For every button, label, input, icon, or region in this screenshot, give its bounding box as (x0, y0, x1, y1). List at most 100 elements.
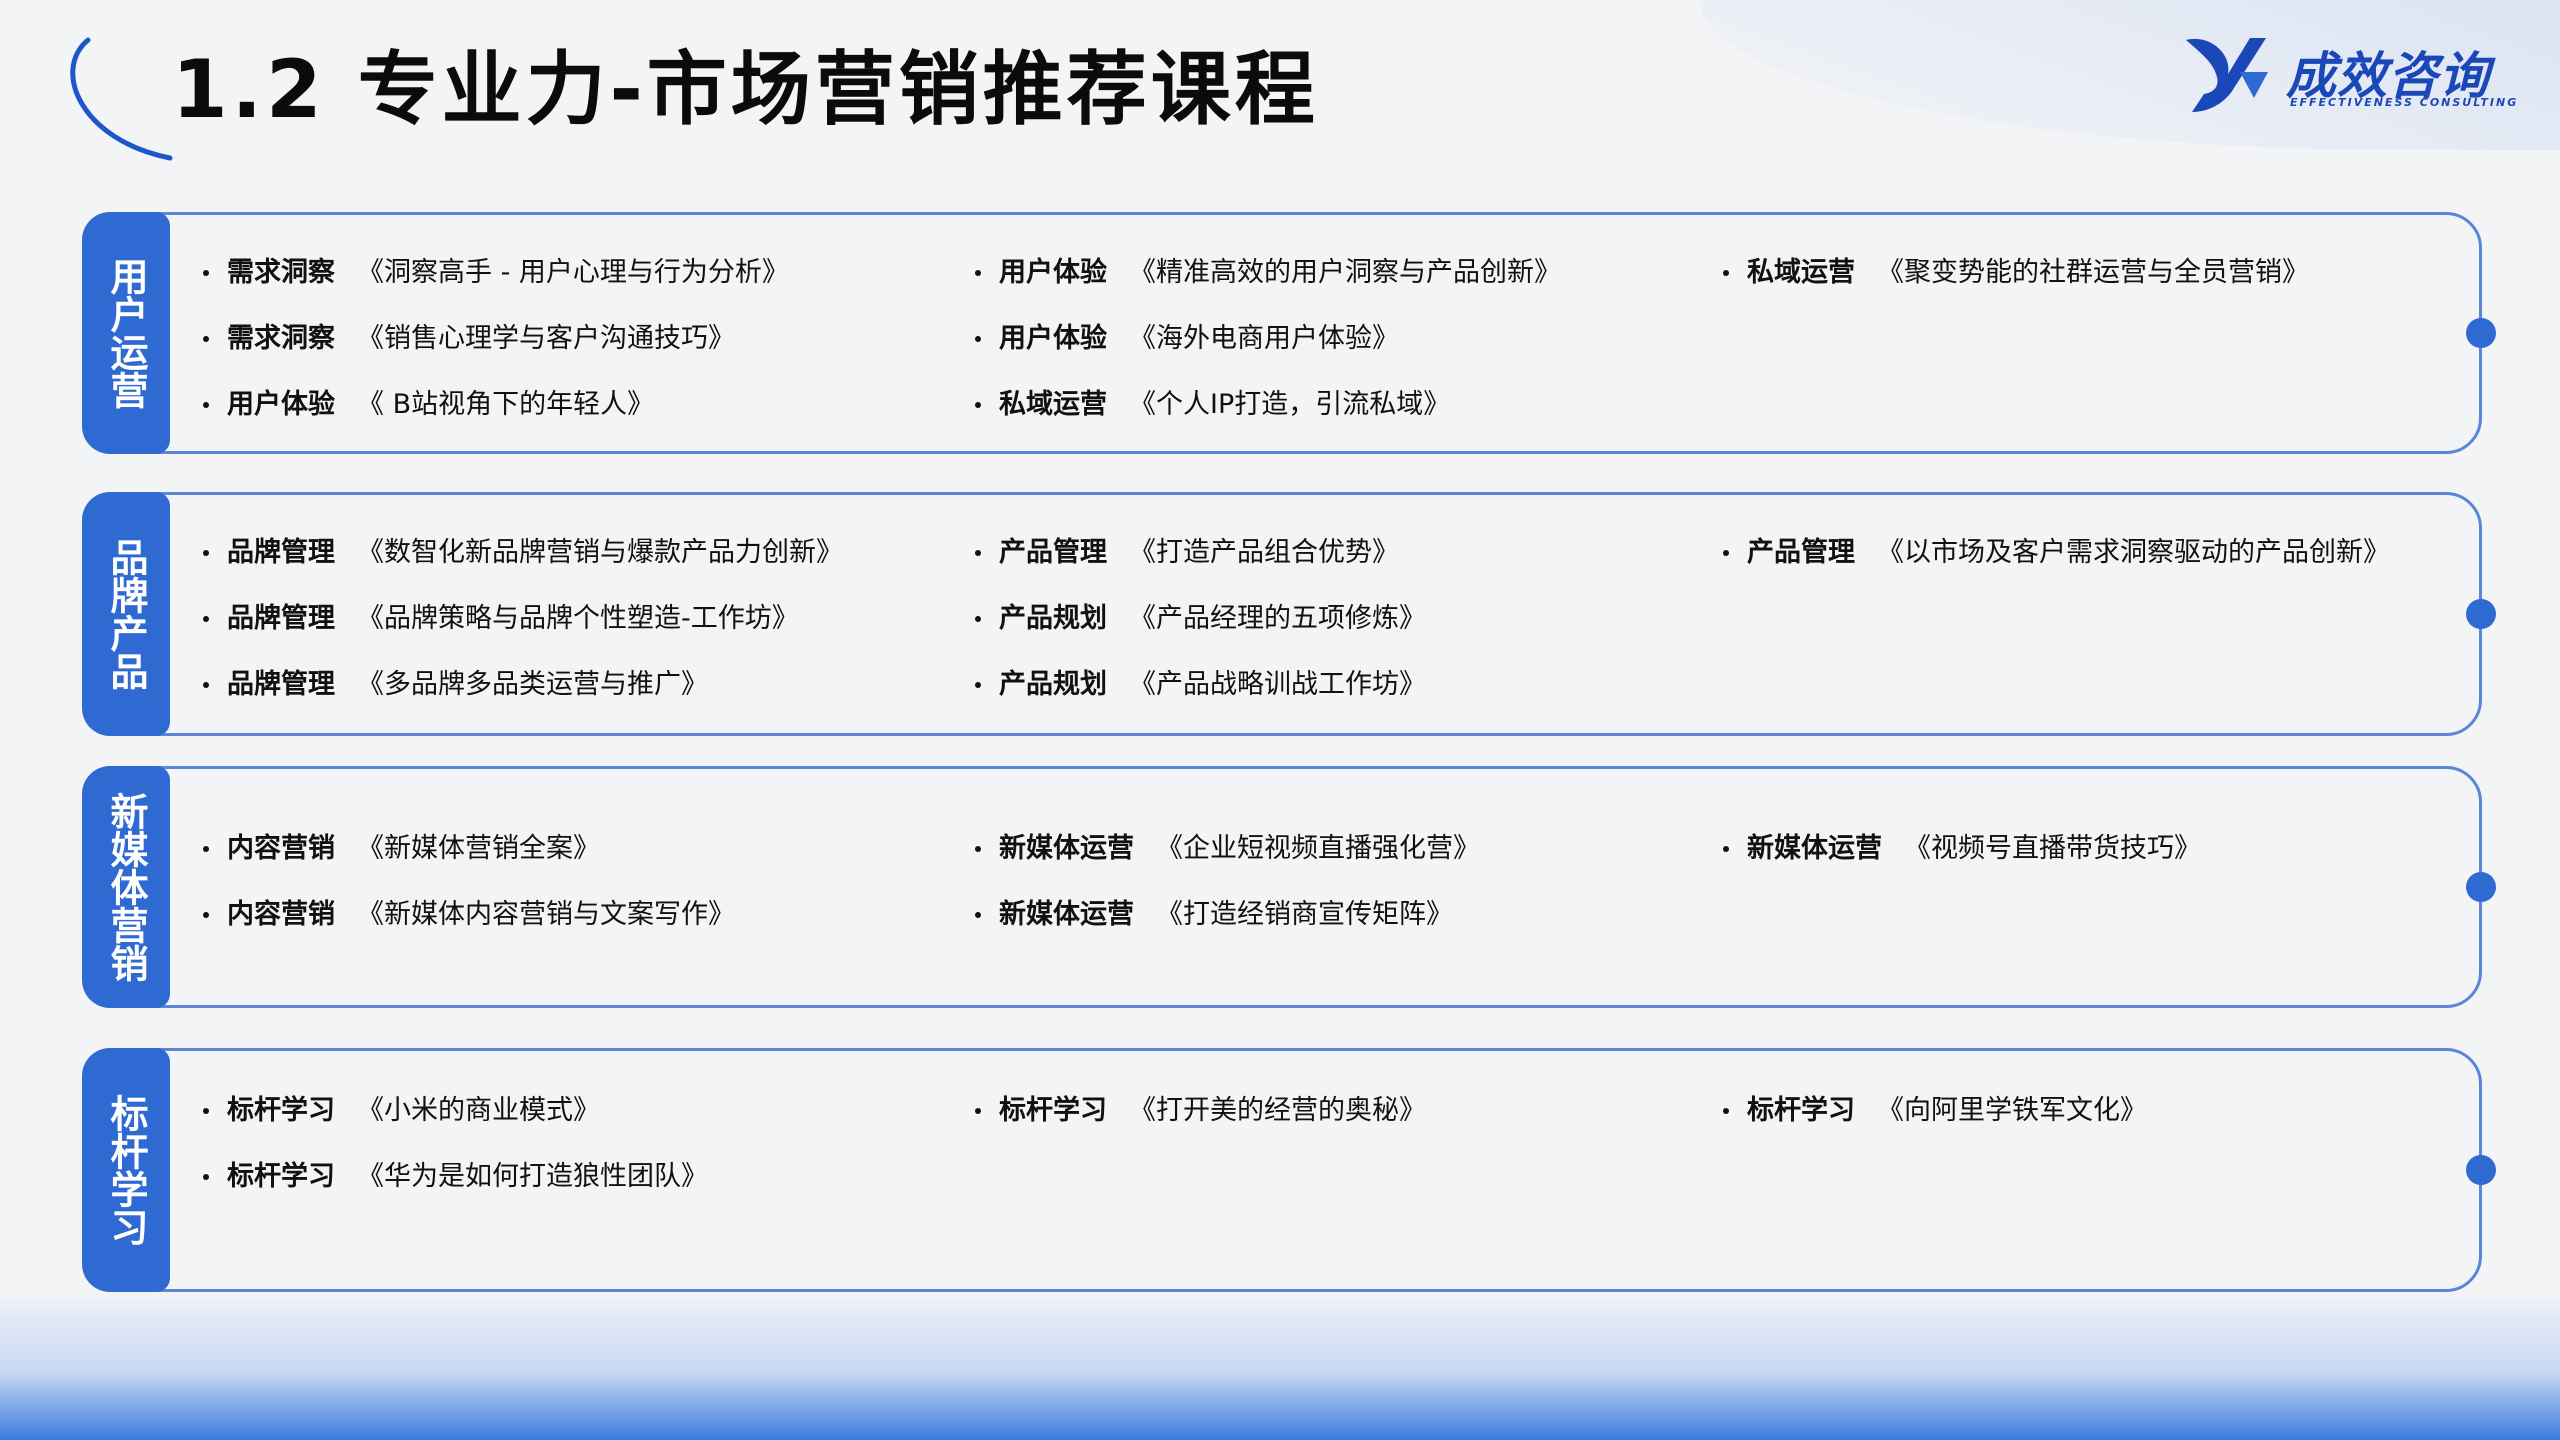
course-item: 产品规划 《产品经理的五项修炼》 (975, 601, 1426, 637)
course-category: 需求洞察 (227, 257, 335, 288)
course-item: 用户体验 《精准高效的用户洞察与产品创新》 (975, 255, 1561, 291)
course-title: 《精准高效的用户洞察与产品创新》 (1129, 257, 1561, 288)
bullet-icon (203, 682, 209, 688)
course-category: 标杆学习 (999, 1095, 1107, 1126)
bullet-icon (975, 912, 981, 918)
course-item: 产品管理 《以市场及客户需求洞察驱动的产品创新》 (1723, 535, 2390, 571)
bullet-icon (203, 1174, 209, 1180)
course-category: 新媒体运营 (999, 899, 1134, 930)
course-title: 《打造产品组合优势》 (1129, 537, 1399, 568)
section-tab: 标杆学习 (82, 1048, 170, 1292)
bullet-icon (203, 846, 209, 852)
course-item: 私域运营 《个人IP打造，引流私域》 (975, 387, 1450, 423)
course-item: 品牌管理 《多品牌多品类运营与推广》 (203, 667, 708, 703)
course-category: 品牌管理 (227, 603, 335, 634)
course-category: 私域运营 (999, 389, 1107, 420)
bullet-icon (1723, 270, 1729, 276)
bullet-icon (203, 402, 209, 408)
course-category: 产品管理 (1747, 537, 1855, 568)
section-tab: 品牌产品 (82, 492, 170, 736)
section-label: 品牌产品 (104, 538, 148, 690)
course-title: 《打开美的经营的奥秘》 (1129, 1095, 1426, 1126)
course-item: 用户体验 《海外电商用户体验》 (975, 321, 1399, 357)
bullet-icon (975, 1108, 981, 1114)
course-title: 《小米的商业模式》 (357, 1095, 600, 1126)
course-item: 新媒体运营 《打造经销商宣传矩阵》 (975, 897, 1453, 933)
course-item: 私域运营 《聚变势能的社群运营与全员营销》 (1723, 255, 2309, 291)
course-item: 品牌管理 《数智化新品牌营销与爆款产品力创新》 (203, 535, 843, 571)
course-title: 《多品牌多品类运营与推广》 (357, 669, 708, 700)
course-category: 产品管理 (999, 537, 1107, 568)
bullet-icon (975, 270, 981, 276)
course-title: 《以市场及客户需求洞察驱动的产品创新》 (1877, 537, 2390, 568)
course-item: 新媒体运营 《视频号直播带货技巧》 (1723, 831, 2201, 867)
course-title: 《产品经理的五项修炼》 (1129, 603, 1426, 634)
bullet-icon (975, 846, 981, 852)
connector-dot (2466, 318, 2496, 348)
course-item: 品牌管理 《品牌策略与品牌个性塑造-工作坊》 (203, 601, 799, 637)
course-title: 《数智化新品牌营销与爆款产品力创新》 (357, 537, 843, 568)
course-title: 《视频号直播带货技巧》 (1904, 833, 2201, 864)
course-category: 需求洞察 (227, 323, 335, 354)
course-title: 《向阿里学铁军文化》 (1877, 1095, 2147, 1126)
course-category: 新媒体运营 (999, 833, 1134, 864)
course-title: 《个人IP打造，引流私域》 (1129, 389, 1451, 420)
course-category: 用户体验 (999, 257, 1107, 288)
course-item: 标杆学习 《华为是如何打造狼性团队》 (203, 1159, 708, 1195)
course-category: 标杆学习 (227, 1161, 335, 1192)
course-title: 《 B站视角下的年轻人》 (357, 389, 655, 420)
course-title: 《海外电商用户体验》 (1129, 323, 1399, 354)
logo-mark-icon (2186, 38, 2268, 112)
course-item: 标杆学习 《向阿里学铁军文化》 (1723, 1093, 2147, 1129)
course-category: 产品规划 (999, 669, 1107, 700)
course-title: 《新媒体营销全案》 (357, 833, 600, 864)
course-category: 品牌管理 (227, 669, 335, 700)
bullet-icon (975, 336, 981, 342)
footer-gradient (0, 1290, 2560, 1440)
course-category: 私域运营 (1747, 257, 1855, 288)
course-item: 产品管理 《打造产品组合优势》 (975, 535, 1399, 571)
course-item: 产品规划 《产品战略训战工作坊》 (975, 667, 1426, 703)
connector-dot (2466, 1155, 2496, 1185)
course-category: 新媒体运营 (1747, 833, 1882, 864)
course-title: 《洞察高手 - 用户心理与行为分析》 (357, 257, 789, 288)
course-item: 标杆学习 《小米的商业模式》 (203, 1093, 600, 1129)
bullet-icon (203, 1108, 209, 1114)
course-title: 《新媒体内容营销与文案写作》 (357, 899, 735, 930)
course-category: 用户体验 (227, 389, 335, 420)
bullet-icon (975, 616, 981, 622)
course-title: 《华为是如何打造狼性团队》 (357, 1161, 708, 1192)
bullet-icon (203, 616, 209, 622)
course-item: 需求洞察 《销售心理学与客户沟通技巧》 (203, 321, 735, 357)
bullet-icon (975, 402, 981, 408)
page-title: 1.2 专业力-市场营销推荐课程 (172, 43, 1319, 136)
course-category: 内容营销 (227, 833, 335, 864)
section-label: 标杆学习 (104, 1094, 148, 1246)
bullet-icon (975, 550, 981, 556)
course-category: 内容营销 (227, 899, 335, 930)
course-item: 内容营销 《新媒体营销全案》 (203, 831, 600, 867)
bullet-icon (975, 682, 981, 688)
course-category: 产品规划 (999, 603, 1107, 634)
course-category: 标杆学习 (1747, 1095, 1855, 1126)
course-title: 《打造经销商宣传矩阵》 (1156, 899, 1453, 930)
course-item: 用户体验《 B站视角下的年轻人》 (203, 387, 654, 423)
course-title: 《企业短视频直播强化营》 (1156, 833, 1480, 864)
brand-logo: 成效咨询 EFFECTIVENESS CONSULTING (2180, 28, 2520, 118)
course-item: 标杆学习 《打开美的经营的奥秘》 (975, 1093, 1426, 1129)
course-category: 用户体验 (999, 323, 1107, 354)
bullet-icon (203, 270, 209, 276)
connector-dot (2466, 599, 2496, 629)
course-section-1: 用户运营 需求洞察 《洞察高手 - 用户心理与行为分析》 需求洞察 《销售心理学与客户沟… (82, 212, 2496, 454)
course-title: 《品牌策略与品牌个性塑造-工作坊》 (357, 603, 799, 634)
connector-dot (2466, 872, 2496, 902)
course-section-3: 新媒体营销 内容营销 《新媒体营销全案》 内容营销 《新媒体内容营销与文案写作》 新媒体运… (82, 766, 2496, 1008)
bullet-icon (203, 336, 209, 342)
course-section-4: 标杆学习 标杆学习 《小米的商业模式》 标杆学习 《华为是如何打造狼性团队》 标杆学习 《打… (82, 1048, 2496, 1292)
course-title: 《销售心理学与客户沟通技巧》 (357, 323, 735, 354)
course-item: 新媒体运营 《企业短视频直播强化营》 (975, 831, 1480, 867)
bullet-icon (203, 912, 209, 918)
course-title: 《产品战略训战工作坊》 (1129, 669, 1426, 700)
course-item: 需求洞察 《洞察高手 - 用户心理与行为分析》 (203, 255, 789, 291)
bullet-icon (1723, 1108, 1729, 1114)
